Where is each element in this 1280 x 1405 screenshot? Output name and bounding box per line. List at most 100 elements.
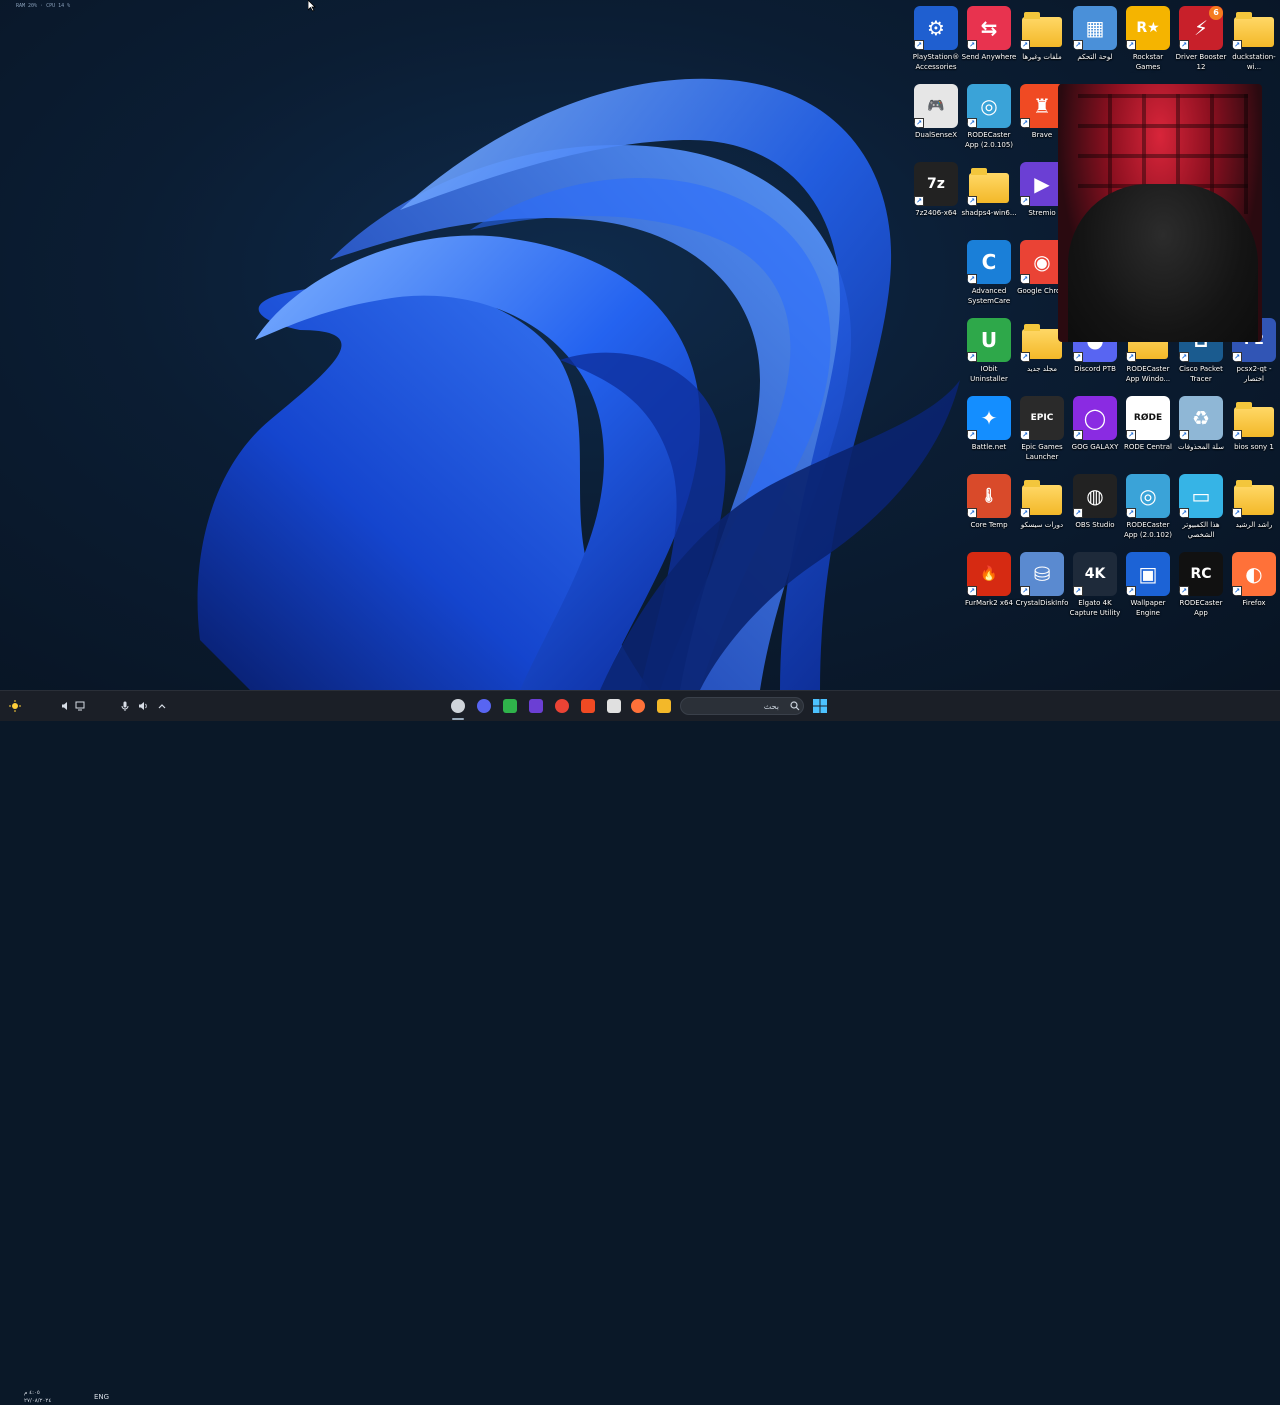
taskbar: ٤:٠٥ م ٢٧/٠٨/٢٠٢٤ ENG — [0, 690, 1280, 1404]
shortcut-arrow-icon: ↗ — [1020, 118, 1030, 128]
taskbar-app-chrome[interactable] — [552, 696, 572, 716]
shortcut-arrow-icon: ↗ — [1179, 586, 1189, 596]
folder-icon: ↗ — [1232, 6, 1276, 50]
systemcare-icon: C ↗ — [967, 240, 1011, 284]
7zip-icon: 7z ↗ — [914, 162, 958, 206]
weather-icon[interactable] — [8, 696, 22, 716]
desktop-icon-label: Cisco Packet Tracer — [1179, 365, 1223, 383]
desktop-icon-core-temp[interactable]: 🌡 ↗ Core Temp — [963, 474, 1015, 530]
desktop-icon-battle-net[interactable]: ✦ ↗ Battle.net — [963, 396, 1015, 452]
desktop-icon-this-pc[interactable]: ▭ ↗ هذا الكمبيوتر الشخصي — [1175, 474, 1227, 540]
desktop-icon-label: Advanced SystemCare — [967, 287, 1011, 305]
volume-icon[interactable] — [137, 696, 149, 716]
desktop-icon-rockstar[interactable]: R★↗ Rockstar Games Launcher — [1122, 6, 1174, 73]
desktop-icon-recycle-bin[interactable]: ♻ ↗ سلة المحذوفات — [1175, 396, 1227, 452]
search-icon — [790, 701, 800, 711]
shortcut-arrow-icon: ↗ — [1020, 40, 1030, 50]
desktop-icon-cisco-courses[interactable]: ↗ دورات سيسكو — [1016, 474, 1068, 530]
desktop-icon-label: RODECaster App (2.0.105) — [964, 131, 1014, 149]
shortcut-arrow-icon: ↗ — [1232, 40, 1242, 50]
desktop-icon-label: GOG GALAXY — [1071, 443, 1119, 451]
desktop-icon-send-anywhere[interactable]: ⇆ ↗ Send Anywhere — [962, 6, 1016, 62]
desktop-icon-rashid[interactable]: ↗ راشد الرشيد — [1228, 474, 1280, 530]
desktop-icon-rode-central[interactable]: RØDE ↗ RODE Central — [1122, 396, 1174, 452]
desktop-icon-epic-games[interactable]: EPIC ↗ Epic Games Launcher — [1016, 396, 1068, 462]
desktop-icon-duckstation[interactable]: ↗ duckstation-wi... — [1228, 6, 1280, 72]
crystaldisk-icon: ⛁ ↗ — [1020, 552, 1064, 596]
desktop-icon-label: RODECaster App — [1179, 599, 1223, 617]
rodecaster-app-icon: RC ↗ — [1179, 552, 1223, 596]
shortcut-arrow-icon: ↗ — [1020, 196, 1030, 206]
folder-icon: ↗ — [1232, 396, 1276, 440]
obs-icon — [451, 699, 465, 713]
shortcut-arrow-icon: ↗ — [967, 118, 977, 128]
start-button[interactable] — [810, 696, 830, 716]
discord-icon — [477, 699, 491, 713]
shortcut-arrow-icon: ↗ — [1073, 508, 1083, 518]
desktop-icon-bios-sony[interactable]: ↗ bios sony 1 — [1228, 396, 1280, 452]
shortcut-arrow-icon: ↗ — [1232, 352, 1242, 362]
desktop-icon-iobit-uninstaller[interactable]: U ↗ IObit Uninstaller — [963, 318, 1015, 384]
desktop[interactable]: RAM 20% · CPU 14 % ⚙ ↗ PlayStation® Access… — [0, 0, 1280, 690]
desktop-icon-label: راشد الرشيد — [1235, 521, 1273, 529]
play-green-icon — [503, 699, 517, 713]
shortcut-arrow-icon: ↗ — [967, 352, 977, 362]
elgato-4k-icon: 4K ↗ — [1073, 552, 1117, 596]
desktop-icon-rodecaster-app[interactable]: RC ↗ RODECaster App — [1175, 552, 1227, 618]
desktop-icon-rodecaster-2105[interactable]: ◎ ↗ RODECaster App (2.0.105) — [963, 84, 1015, 150]
desktop-icon-obs-studio[interactable]: ◍ ↗ OBS Studio — [1069, 474, 1121, 530]
send-anywhere-icon: ⇆ ↗ — [967, 6, 1011, 50]
desktop-icon-elgato-4k[interactable]: 4K ↗ Elgato 4K Capture Utility — [1069, 552, 1121, 618]
desktop-icon-firefox[interactable]: ◐ ↗ Firefox — [1228, 552, 1280, 608]
desktop-icon-label: Driver Booster 12 — [1175, 53, 1227, 71]
desktop-icon-ps-accessories[interactable]: ⚙ ↗ PlayStation® Accessories — [910, 6, 962, 72]
speaker-icon[interactable] — [60, 696, 72, 716]
shortcut-arrow-icon: ↗ — [967, 430, 977, 440]
chevron-up-icon[interactable] — [156, 696, 168, 716]
cd-installer-icon: ◎ ↗ — [967, 84, 1011, 128]
shortcut-arrow-icon: ↗ — [1179, 430, 1189, 440]
rode-icon: RØDE ↗ — [1126, 396, 1170, 440]
taskbar-app-calculator[interactable] — [604, 696, 624, 716]
desktop-icon-advanced-systemcare[interactable]: C ↗ Advanced SystemCare — [963, 240, 1015, 306]
desktop-icon-label: FurMark2 x64 — [965, 599, 1013, 607]
desktop-icon-furmark[interactable]: 🔥 ↗ FurMark2 x64 — [963, 552, 1015, 608]
folder-icon: ↗ — [1020, 6, 1064, 50]
desktop-icon-label: Rockstar Games Launcher — [1132, 53, 1164, 71]
taskbar-app-brave[interactable] — [578, 696, 598, 716]
input-language[interactable]: ENG — [94, 1393, 109, 1401]
firefox-icon — [631, 699, 645, 713]
desktop-icon-7z[interactable]: 7z ↗ 7z2406-x64 — [910, 162, 962, 218]
taskbar-app-explorer[interactable] — [654, 696, 674, 716]
desktop-icon-label: RODECaster App (2.0.102) — [1123, 521, 1173, 539]
shortcut-arrow-icon: ↗ — [1073, 40, 1083, 50]
taskbar-app-app-green[interactable] — [500, 696, 520, 716]
desktop-icon-rodecaster-2102[interactable]: ◎ ↗ RODECaster App (2.0.102) — [1122, 474, 1174, 540]
shortcut-arrow-icon: ↗ — [1232, 508, 1242, 518]
taskbar-app-firefox[interactable] — [628, 696, 648, 716]
thermometer-icon: 🌡 ↗ — [967, 474, 1011, 518]
desktop-icon-label: RODECaster App Windo... — [1125, 365, 1171, 383]
desktop-icon-control-panel[interactable]: ▦ ↗ لوحة التحكم — [1069, 6, 1121, 62]
taskbar-app-obs[interactable] — [448, 696, 468, 716]
shortcut-arrow-icon: ↗ — [1232, 430, 1242, 440]
desktop-icon-shadps4[interactable]: ↗ shadps4-win6... — [961, 162, 1017, 218]
taskbar-app-stremio[interactable] — [526, 696, 546, 716]
taskbar-app-discord[interactable] — [474, 696, 494, 716]
network-monitor-icon[interactable] — [74, 696, 86, 716]
shortcut-arrow-icon: ↗ — [1126, 40, 1136, 50]
taskbar-search-input[interactable]: بحث — [680, 697, 804, 715]
microphone-icon[interactable] — [119, 696, 131, 716]
folder-icon: ↗ — [967, 162, 1011, 206]
desktop-icon-files-folder[interactable]: ↗ ملفات وغيرها — [1016, 6, 1068, 62]
desktop-icon-driver-booster[interactable]: ⚡ 6 ↗ Driver Booster 12 — [1175, 6, 1227, 72]
shortcut-arrow-icon: ↗ — [1020, 430, 1030, 440]
system-clock[interactable]: ٤:٠٥ م ٢٧/٠٨/٢٠٢٤ — [24, 1389, 51, 1405]
shortcut-arrow-icon: ↗ — [1073, 430, 1083, 440]
shortcut-arrow-icon: ↗ — [1179, 40, 1189, 50]
desktop-icon-label: Epic Games Launcher — [1021, 443, 1063, 461]
desktop-icon-crystaldisk[interactable]: ⛁ ↗ CrystalDiskInfo — [1016, 552, 1068, 608]
desktop-icon-gog-galaxy[interactable]: ◯ ↗ GOG GALAXY — [1069, 396, 1121, 452]
desktop-icon-dualsensex[interactable]: 🎮 ↗ DualSenseX — [910, 84, 962, 140]
desktop-icon-wallpaper-engine[interactable]: ▣ ↗ Wallpaper Engine — [1122, 552, 1174, 618]
